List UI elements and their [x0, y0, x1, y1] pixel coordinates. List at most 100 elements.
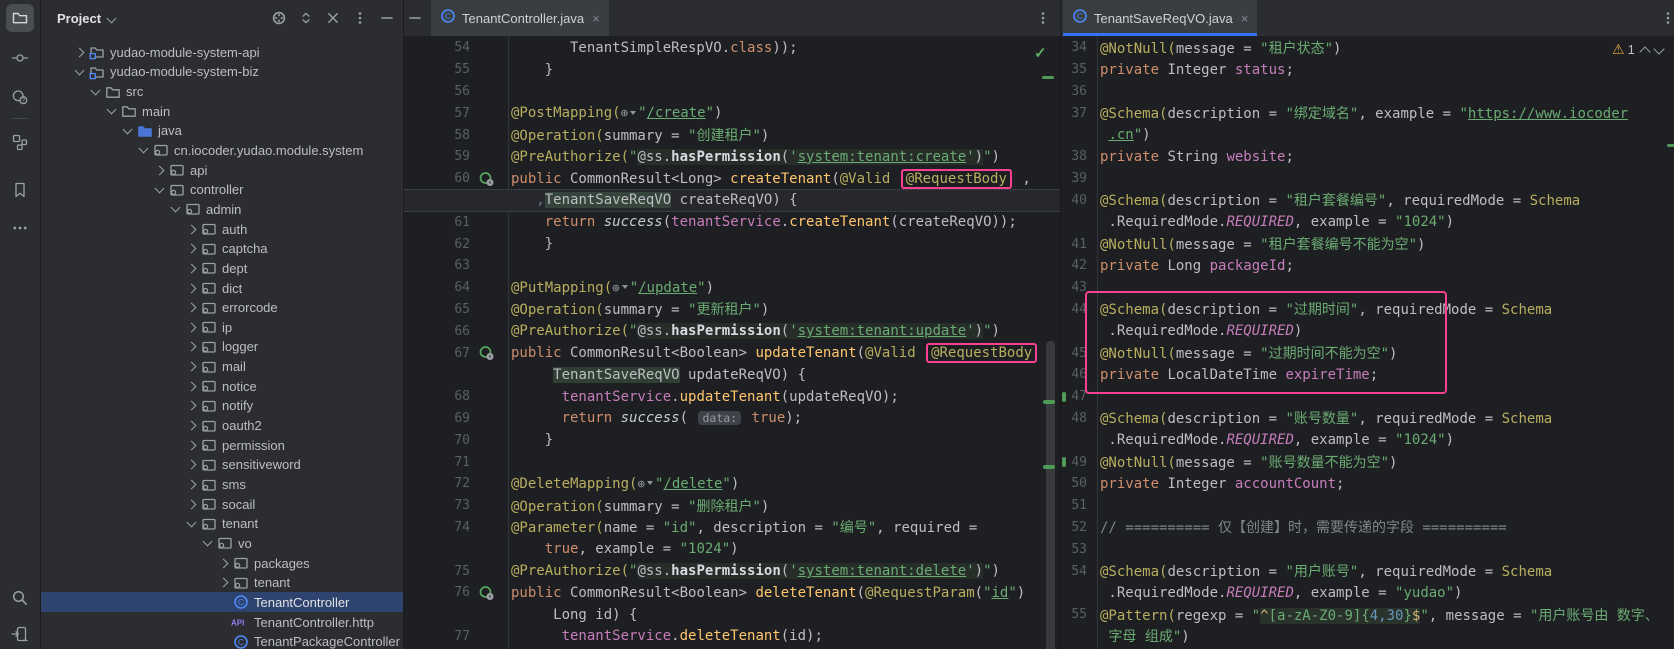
code-line-73[interactable]: 73@Operation(summary = "删除租户"): [404, 495, 1060, 517]
chevron-right-icon[interactable]: [186, 303, 196, 313]
tree-item-tenant[interactable]: tenant: [41, 573, 403, 593]
tree-item-controller[interactable]: controller: [41, 180, 403, 200]
code-line-47[interactable]: 47: [1061, 386, 1674, 408]
project-tool-icon[interactable]: [6, 4, 34, 32]
tree-item-auth[interactable]: auth: [41, 219, 403, 239]
tree-item-errorcode[interactable]: errorcode: [41, 298, 403, 318]
chevron-down-icon[interactable]: [106, 105, 116, 115]
code-line-43[interactable]: 43: [1061, 277, 1674, 299]
code-line-67[interactable]: 67public CommonResult<Boolean> updateTen…: [404, 342, 1060, 364]
chevron-down-icon[interactable]: [90, 85, 100, 95]
code-line-54[interactable]: 54 TenantSimpleRespVO.class));: [404, 37, 1060, 59]
chevron-right-icon[interactable]: [74, 47, 84, 57]
next-problem-icon[interactable]: [1653, 43, 1664, 54]
chevron-right-icon[interactable]: [186, 322, 196, 332]
code-line-52[interactable]: 52// ========== 仅【创建】时，需要传递的字段 =========…: [1061, 517, 1674, 539]
code-line-59[interactable]: 59@PreAuthorize("@ss.hasPermission('syst…: [404, 146, 1060, 168]
tree-item-api[interactable]: api: [41, 160, 403, 180]
scrollbar-thumb[interactable]: [1046, 341, 1055, 649]
tree-item-sms[interactable]: sms: [41, 475, 403, 495]
chevron-down-icon[interactable]: [186, 517, 196, 527]
code-line-53[interactable]: 53: [1061, 538, 1674, 560]
code-line-wrap[interactable]: Long id) {: [404, 604, 1060, 626]
tree-item-java[interactable]: java: [41, 121, 403, 141]
run-endpoint-icon[interactable]: [478, 171, 498, 187]
chevron-right-icon[interactable]: [186, 460, 196, 470]
chevron-right-icon[interactable]: [186, 283, 196, 293]
tree-item-packages[interactable]: packages: [41, 553, 403, 573]
code-line-41[interactable]: 41@NotNull(message = "租户套餐编号不能为空"): [1061, 233, 1674, 255]
code-line-76[interactable]: 76public CommonResult<Boolean> deleteTen…: [404, 582, 1060, 604]
chevron-down-icon[interactable]: [170, 203, 180, 213]
tree-item-cn-iocoder-yudao-module-system[interactable]: cn.iocoder.yudao.module.system: [41, 140, 403, 160]
code-line-45[interactable]: 45@NotNull(message = "过期时间不能为空"): [1061, 342, 1674, 364]
code-line-74[interactable]: 74@Parameter(name = "id", description = …: [404, 517, 1060, 539]
code-line-wrap[interactable]: TenantSaveReqVO updateReqVO) {: [404, 364, 1060, 386]
code-line-wrap[interactable]: 字母 组成"): [1061, 626, 1674, 648]
code-line-36[interactable]: 36: [1061, 81, 1674, 103]
hide-panel-icon[interactable]: [379, 10, 395, 26]
chevron-right-icon[interactable]: [186, 480, 196, 490]
chevron-down-icon[interactable]: [202, 537, 212, 547]
chevron-down-icon[interactable]: [122, 124, 132, 134]
chevron-right-icon[interactable]: [186, 421, 196, 431]
code-line-55[interactable]: 55 }: [404, 59, 1060, 81]
tree-item-dict[interactable]: dict: [41, 278, 403, 298]
panel-options-icon[interactable]: [352, 10, 368, 26]
code-line-54[interactable]: 54@Schema(description = "用户账号", required…: [1061, 560, 1674, 582]
code-line-72[interactable]: 72@DeleteMapping(⊕"/delete"): [404, 473, 1060, 495]
code-line-63[interactable]: 63: [404, 255, 1060, 277]
code-line-71[interactable]: 71: [404, 451, 1060, 473]
tab-tenantcontroller-java[interactable]: C TenantController.java ×: [431, 0, 609, 36]
tab-tenantsavereqvo-java[interactable]: C TenantSaveReqVO.java ×: [1063, 0, 1257, 36]
tree-item-tenant[interactable]: tenant: [41, 514, 403, 534]
code-line-wrap[interactable]: .cn"): [1061, 124, 1674, 146]
tree-item-yudao-module-system-api[interactable]: yudao-module-system-api: [41, 42, 403, 62]
chevron-right-icon[interactable]: [186, 362, 196, 372]
code-line-49[interactable]: 49@NotNull(message = "账号数量不能为空"): [1061, 451, 1674, 473]
tree-item-admin[interactable]: admin: [41, 199, 403, 219]
code-line-35[interactable]: 35private Integer status;: [1061, 59, 1674, 81]
close-icon[interactable]: ×: [592, 11, 600, 26]
code-line-68[interactable]: 68 tenantService.updateTenant(updateReqV…: [404, 386, 1060, 408]
code-line-wrap[interactable]: .RequiredMode.REQUIRED, example = "1024"…: [1061, 211, 1674, 233]
tree-item-mail[interactable]: mail: [41, 357, 403, 377]
editor-options-icon[interactable]: [1660, 10, 1674, 26]
code-line-62[interactable]: 62 }: [404, 233, 1060, 255]
inspection-ok-icon[interactable]: ✓: [1034, 44, 1047, 62]
bookmarks-tool-icon[interactable]: [6, 176, 34, 204]
expand-collapse-icon[interactable]: [298, 10, 314, 26]
chevron-right-icon[interactable]: [186, 244, 196, 254]
tree-item-permission[interactable]: permission: [41, 435, 403, 455]
chevron-right-icon[interactable]: [186, 440, 196, 450]
chevron-right-icon[interactable]: [186, 224, 196, 234]
run-endpoint-icon[interactable]: [478, 585, 498, 601]
code-line-66[interactable]: 66@PreAuthorize("@ss.hasPermission('syst…: [404, 320, 1060, 342]
help-chat-icon[interactable]: ?: [6, 83, 34, 111]
tree-item-tenantpackagecontroller[interactable]: CTenantPackageController: [41, 632, 403, 649]
tree-item-ip[interactable]: ip: [41, 317, 403, 337]
structure-tool-icon[interactable]: [6, 128, 34, 156]
tree-item-main[interactable]: main: [41, 101, 403, 121]
services-tool-icon[interactable]: [6, 620, 34, 648]
chevron-right-icon[interactable]: [186, 381, 196, 391]
tree-item-notify[interactable]: notify: [41, 396, 403, 416]
code-line-60[interactable]: 60public CommonResult<Long> createTenant…: [404, 168, 1060, 190]
inspection-widget[interactable]: ⚠1: [1612, 41, 1663, 58]
close-icon[interactable]: ×: [1241, 11, 1249, 26]
tree-item-notice[interactable]: notice: [41, 376, 403, 396]
code-line-61[interactable]: 61 return success(tenantService.createTe…: [404, 211, 1060, 233]
tree-item-dept[interactable]: dept: [41, 258, 403, 278]
more-tools-icon[interactable]: [6, 214, 34, 242]
run-endpoint-icon[interactable]: [478, 345, 498, 361]
code-line-40[interactable]: 40@Schema(description = "租户套餐编号", requir…: [1061, 190, 1674, 212]
code-line-wrap[interactable]: ‚TenantSaveReqVO createReqVO) {: [404, 189, 1060, 213]
code-line-57[interactable]: 57@PostMapping(⊕"/create"): [404, 102, 1060, 124]
chevron-right-icon[interactable]: [186, 263, 196, 273]
editor-options-icon[interactable]: [1035, 10, 1051, 26]
code-line-46[interactable]: 46private LocalDateTime expireTime;: [1061, 364, 1674, 386]
code-line-44[interactable]: 44@Schema(description = "过期时间", required…: [1061, 299, 1674, 321]
editor-tenantcontroller[interactable]: ✓ 54 TenantSimpleRespVO.class));55 }5657…: [404, 36, 1061, 649]
prev-problem-icon[interactable]: [1639, 46, 1650, 57]
code-line-77[interactable]: 77 tenantService.deleteTenant(id);: [404, 626, 1060, 648]
